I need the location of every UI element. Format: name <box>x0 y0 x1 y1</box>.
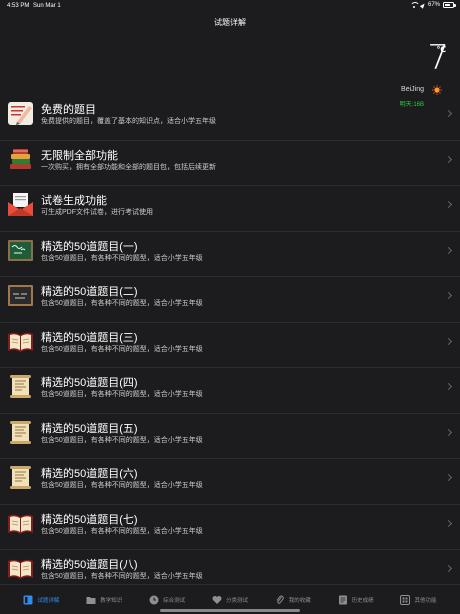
status-bar: 4:53 PM Sun Mar 1 67% <box>0 0 460 12</box>
grid-icon <box>23 595 33 605</box>
pencil-paper-icon <box>7 100 34 127</box>
weather-temperature: 7 <box>427 38 449 78</box>
chevron-right-icon <box>444 428 453 436</box>
list-item[interactable]: 精选的50道题目(一) 包含50道题目，有各种不同的题型，适合小学五年级 <box>0 232 460 277</box>
tab-item[interactable]: 分类测试 <box>212 595 248 605</box>
list-item-title: 精选的50道题目(一) <box>41 240 138 253</box>
list-item-subtitle: 包含50道题目，有各种不同的题型，适合小学五年级 <box>41 436 203 444</box>
scroll-icon <box>7 464 34 491</box>
wifi-icon <box>409 2 420 8</box>
list-item-title: 精选的50道题目(二) <box>41 286 138 298</box>
list-item-title: 精选的50道题目(五) <box>41 422 138 435</box>
chevron-right-icon <box>444 155 453 163</box>
chevron-right-icon <box>444 200 453 209</box>
tab-label: 教学知识 <box>100 597 123 604</box>
home-indicator <box>160 609 300 612</box>
list-item-title: 精选的50道题目(三) <box>41 331 138 344</box>
list-item-subtitle: 包含50道题目，有各种不同的题型，适合小学五年级 <box>41 300 203 307</box>
chevron-right-icon <box>444 246 453 254</box>
folder-icon <box>86 595 96 605</box>
location-icon <box>419 1 427 9</box>
quiz-list: 免费的题目免费提供的题目，覆盖了基本的知识点，适合小学五年级无限制全部功能 一次购… <box>0 95 460 596</box>
list-item[interactable]: 免费的题目免费提供的题目，覆盖了基本的知识点，适合小学五年级 <box>0 95 460 141</box>
open-book-icon <box>7 555 34 582</box>
list-item[interactable]: 无限制全部功能 一次购买，拥有全部功能和全部的题目包，包括后续更新 <box>0 141 460 186</box>
tab-label: 分类测试 <box>225 597 248 604</box>
open-book-icon <box>7 328 34 355</box>
list-item-subtitle: 包含50道题目，有各种不同的题型，适合小学五年级 <box>41 573 203 580</box>
weather-unit: ℃ <box>436 45 446 54</box>
list-item-subtitle: 可生成PDF文件试卷，进行考试使用 <box>41 209 153 216</box>
list-item[interactable]: 精选的50道题目(七) 包含50道题目，有各种不同的题型，适合小学五年级 <box>0 505 460 550</box>
tab-item[interactable]: 我的收藏 <box>275 595 311 605</box>
tab-label: 其他功能 <box>414 597 437 604</box>
list-item[interactable]: 试卷生成功能可生成PDF文件试卷，进行考试使用 <box>0 186 460 232</box>
list-item[interactable]: 精选的50道题目(二) 包含50道题目，有各种不同的题型，适合小学五年级 <box>0 277 460 323</box>
clock-icon <box>149 595 159 605</box>
list-item-title: 精选的50道题目(四) <box>41 377 138 389</box>
chalkboard-dark-icon <box>7 282 34 309</box>
chalkboard-green-icon <box>7 237 34 264</box>
battery-icon <box>443 2 456 8</box>
books-stack-icon <box>7 146 34 173</box>
list-item[interactable]: 精选的50道题目(五) 包含50道题目，有各种不同的题型，适合小学五年级 <box>0 414 460 459</box>
list-item-subtitle: 包含50道题目，有各种不同的题型，适合小学五年级 <box>41 254 203 262</box>
paperclip-icon <box>275 595 285 605</box>
tab-label: 综合测试 <box>163 597 186 604</box>
status-time: 4:53 PM <box>7 3 30 9</box>
tab-item[interactable]: 教学知识 <box>86 595 122 605</box>
tab-item[interactable]: 历史成绩 <box>338 595 374 605</box>
more-icon <box>400 594 411 605</box>
list-item[interactable]: 精选的50道题目(六) 包含50道题目，有各种不同的题型，适合小学五年级 <box>0 459 460 505</box>
list-item-subtitle: 包含50道题目，有各种不同的题型，适合小学五年级 <box>41 345 203 353</box>
chevron-right-icon <box>444 337 453 345</box>
list-item-title: 试卷生成功能 <box>41 195 107 207</box>
status-right: 67% <box>409 1 456 9</box>
list-item[interactable]: 精选的50道题目(三) 包含50道题目，有各种不同的题型，适合小学五年级 <box>0 323 460 368</box>
open-book-icon <box>7 510 34 537</box>
tab-label: 我的收藏 <box>288 597 311 604</box>
tab-item[interactable]: 综合测试 <box>149 595 185 605</box>
list-item-title: 精选的50道题目(六) <box>41 468 138 480</box>
tab-item[interactable]: 其他功能 <box>400 594 437 605</box>
chevron-right-icon <box>444 291 453 300</box>
list-item[interactable]: 精选的50道题目(四) 包含50道题目，有各种不同的题型，适合小学五年级 <box>0 368 460 414</box>
chevron-right-icon <box>444 473 453 482</box>
weather-city: BeiJing <box>401 86 424 93</box>
scroll-icon <box>7 373 34 400</box>
status-date: Sun Mar 1 <box>33 3 61 9</box>
main-content[interactable]: 7 ℃ BeiJing 明天:16B 免费的题目 免费提供的题目，覆盖了基本的知识… <box>0 34 460 596</box>
list-item-subtitle: 包含50道题目，有各种不同的题型，适合小学五年级 <box>41 482 203 489</box>
tab-item[interactable]: 试题详解 <box>23 595 59 605</box>
list-item-title: 精选的50道题目(八) <box>41 559 138 571</box>
list-item-subtitle: 免费提供的题目，覆盖了基本的知识点，适合小学五年级 <box>41 118 216 125</box>
list-item-title: 精选的50道题目(七) <box>41 513 138 526</box>
tab-label: 试题详解 <box>37 597 60 604</box>
heart-icon <box>212 595 222 605</box>
list-item-subtitle: 包含50道题目，有各种不同的题型，适合小学五年级 <box>41 527 203 535</box>
scroll-icon <box>7 419 34 446</box>
page-title: 试题详解 <box>214 18 246 27</box>
battery-percent: 67% <box>427 2 440 8</box>
list-item-title: 无限制全部功能 <box>41 149 118 162</box>
sun-icon <box>432 85 442 95</box>
envelope-icon <box>7 191 34 218</box>
list-item-title: 免费的题目 <box>41 104 96 116</box>
chevron-right-icon <box>444 109 453 118</box>
list-item-subtitle: 一次购买，拥有全部功能和全部的题目包，包括后续更新 <box>41 163 216 171</box>
chevron-right-icon <box>444 519 453 527</box>
chevron-right-icon <box>444 564 453 573</box>
chevron-right-icon <box>444 382 453 391</box>
list-item-subtitle: 包含50道题目，有各种不同的题型，适合小学五年级 <box>41 391 203 398</box>
history-icon <box>338 595 348 605</box>
tab-label: 历史成绩 <box>351 597 374 604</box>
navigation-bar: 试题详解 <box>0 12 460 34</box>
